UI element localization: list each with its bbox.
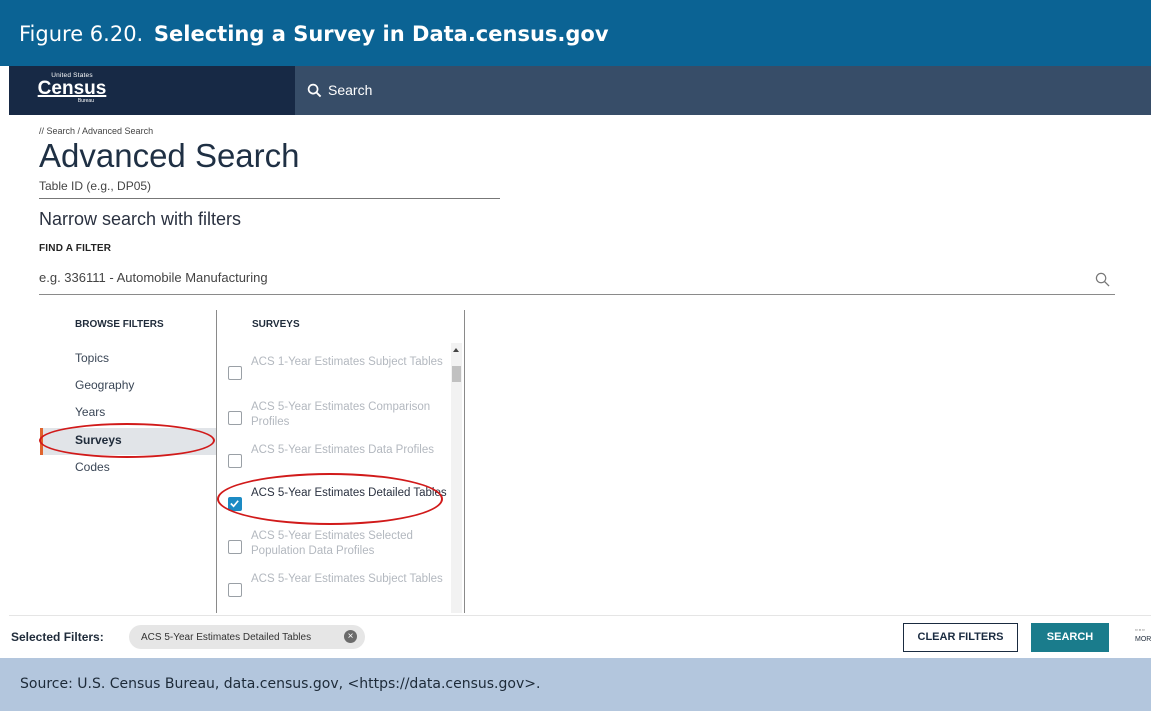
survey-option[interactable]: ACS 1-Year Estimates Subject Tables	[228, 355, 453, 395]
survey-label: ACS 5-Year Estimates Subject Tables	[251, 573, 443, 585]
figure-title-bar: Figure 6.20. Selecting a Survey in Data.…	[0, 0, 1151, 66]
table-id-underline	[39, 198, 500, 199]
survey-option[interactable]: ACS 5-Year Estimates Selected Population…	[228, 529, 453, 569]
page-title: Advanced Search	[39, 137, 300, 174]
survey-label: ACS 5-Year Estimates Comparison Profiles	[251, 401, 431, 428]
filter-chip-label: ACS 5-Year Estimates Detailed Tables	[141, 631, 312, 643]
search-button[interactable]: SEARCH	[1031, 623, 1109, 652]
browse-item-codes[interactable]: Codes	[75, 460, 110, 474]
browse-filters-heading: BROWSE FILTERS	[75, 319, 164, 330]
header-search-button[interactable]: Search	[307, 80, 372, 100]
survey-option[interactable]: ACS 5-Year Estimates Subject Tables	[228, 572, 453, 612]
logo-main-text: Census	[37, 78, 107, 99]
find-filter-placeholder: e.g. 336111 - Automobile Manufacturing	[39, 270, 268, 285]
surveys-scrollbar[interactable]	[451, 343, 462, 613]
search-icon	[307, 83, 322, 97]
figure-title: Selecting a Survey in Data.census.gov	[153, 22, 609, 46]
panel-divider	[464, 310, 465, 613]
panel-divider	[216, 310, 217, 613]
breadcrumb[interactable]: // Search / Advanced Search	[39, 126, 153, 136]
browse-item-topics[interactable]: Topics	[75, 351, 109, 365]
clear-filters-button[interactable]: CLEAR FILTERS	[903, 623, 1018, 652]
more-button[interactable]: ▫▫▫ MOR	[1135, 627, 1151, 645]
surveys-heading: SURVEYS	[252, 319, 300, 330]
grid-dots-icon: ▫▫▫	[1135, 627, 1146, 634]
highlight-oval-detailed-tables	[217, 473, 443, 525]
highlight-oval-surveys	[39, 423, 215, 458]
browse-item-years[interactable]: Years	[75, 405, 105, 419]
find-filter-label: FIND A FILTER	[39, 243, 112, 254]
narrow-search-heading: Narrow search with filters	[39, 209, 242, 229]
header-search-label: Search	[328, 82, 373, 98]
screenshot-frame: United States Census Bureau Search // Se…	[9, 66, 1151, 658]
survey-option[interactable]: ACS 5-Year Estimates Comparison Profiles	[228, 400, 453, 440]
survey-checkbox[interactable]	[228, 540, 242, 554]
table-id-input[interactable]: Table ID (e.g., DP05)	[39, 179, 151, 193]
survey-checkbox[interactable]	[228, 366, 242, 380]
logo-block: United States Census Bureau	[9, 66, 295, 115]
scroll-up-icon[interactable]	[453, 348, 459, 352]
more-label: MOR	[1135, 636, 1151, 643]
survey-label: ACS 1-Year Estimates Subject Tables	[251, 356, 443, 368]
app-header: United States Census Bureau Search	[9, 66, 1151, 115]
survey-checkbox[interactable]	[228, 583, 242, 597]
search-icon[interactable]	[1095, 272, 1110, 287]
source-caption: Source: U.S. Census Bureau, data.census.…	[0, 658, 1151, 711]
figure-number: Figure 6.20.	[19, 22, 144, 46]
selected-filters-label: Selected Filters:	[11, 630, 104, 644]
survey-label: ACS 5-Year Estimates Selected Population…	[251, 530, 413, 557]
scrollbar-thumb[interactable]	[452, 366, 461, 382]
find-filter-input[interactable]: e.g. 336111 - Automobile Manufacturing	[39, 269, 1115, 295]
filter-chip[interactable]: ACS 5-Year Estimates Detailed Tables ×	[129, 625, 365, 649]
survey-checkbox[interactable]	[228, 411, 242, 425]
remove-chip-icon[interactable]: ×	[344, 630, 357, 643]
selected-filters-bar: Selected Filters: ACS 5-Year Estimates D…	[9, 615, 1151, 658]
survey-label: ACS 5-Year Estimates Data Profiles	[251, 444, 435, 456]
survey-checkbox[interactable]	[228, 454, 242, 468]
census-logo[interactable]: United States Census Bureau	[32, 72, 112, 108]
browse-item-geography[interactable]: Geography	[75, 378, 134, 392]
